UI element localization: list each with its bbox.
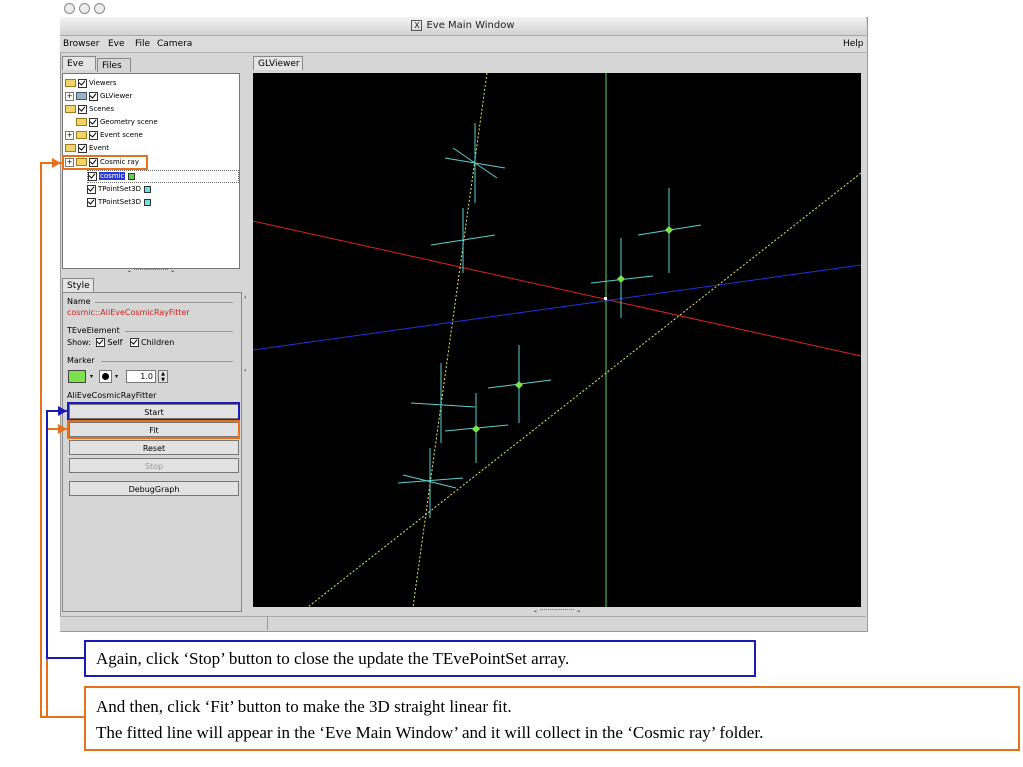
stop-instruction-callout: Again, click ‘Stop’ button to close the …	[84, 640, 756, 677]
start-button-highlight	[67, 402, 240, 421]
teveelement-header: TEveElement	[67, 326, 120, 335]
status-divider	[267, 617, 268, 630]
tree-item-scenes[interactable]: Scenes	[65, 103, 114, 115]
track-line-b	[307, 172, 862, 608]
menu-help[interactable]: Help	[843, 38, 864, 50]
divider	[125, 331, 233, 332]
expand-icon[interactable]: +	[65, 130, 74, 140]
tab-glviewer[interactable]: GLViewer	[253, 56, 303, 70]
checkbox-icon[interactable]	[87, 197, 96, 207]
folder-icon	[65, 79, 76, 87]
folder-icon	[65, 105, 76, 113]
marker-header: Marker	[67, 356, 95, 365]
origin-point	[604, 297, 607, 300]
scene-icon	[76, 131, 87, 139]
color-swatch-icon	[144, 198, 151, 206]
splitter-arrow-icon[interactable]: ›	[244, 294, 246, 301]
show-row: Show: Self Children	[67, 338, 175, 347]
marker-size-spinner[interactable]: ▲ ▼	[158, 370, 168, 383]
track-line-a	[412, 72, 488, 608]
close-window-icon[interactable]	[64, 3, 75, 14]
name-header: Name	[67, 297, 91, 306]
splitter-handle[interactable]: ⌄ ·················· ⌄	[62, 268, 240, 274]
orange-connector-vertical	[40, 162, 42, 717]
status-bar	[60, 616, 866, 631]
eve-browser-tree: Viewers + GLViewer Scenes Geometry scene …	[62, 73, 240, 269]
chevron-down-icon[interactable]: ▾	[115, 373, 118, 380]
checkbox-icon[interactable]	[89, 130, 98, 140]
reset-button[interactable]: Reset	[69, 440, 239, 455]
fitter-header: AliEveCosmicRayFitter	[67, 391, 157, 400]
tree-item-tpointset3d-1[interactable]: TPointSet3D	[87, 183, 151, 195]
fit-instruction-line1: And then, click ‘Fit’ button to make the…	[96, 697, 512, 716]
menu-browser[interactable]: Browser	[63, 38, 99, 50]
menu-eve[interactable]: Eve	[108, 38, 125, 50]
tree-item-cosmic[interactable]: cosmic	[87, 170, 239, 183]
tab-eve[interactable]: Eve	[62, 56, 96, 70]
menu-bar: Browser Eve File Camera Help	[60, 36, 866, 53]
element-name-value: cosmic::AliEveCosmicRayFitter	[67, 308, 190, 317]
scene-icon	[76, 118, 87, 126]
gl-scene	[252, 72, 862, 608]
arrow-right-icon	[52, 158, 61, 168]
folder-icon	[65, 144, 76, 152]
orange-connector-bottom	[40, 716, 84, 718]
window-title: X Eve Main Window	[60, 17, 866, 35]
cosmic-ray-highlight	[62, 155, 148, 170]
zoom-window-icon[interactable]	[94, 3, 105, 14]
viewer-splitter-handle[interactable]: ⌄ ·················· ⌄	[253, 607, 861, 615]
checkbox-icon[interactable]	[89, 91, 98, 101]
color-swatch-icon	[128, 172, 136, 180]
checkbox-icon[interactable]	[88, 171, 97, 181]
debuggraph-button[interactable]: DebugGraph	[69, 481, 239, 496]
checkbox-icon[interactable]	[78, 143, 87, 153]
expand-icon[interactable]: +	[65, 91, 74, 101]
x-axis-line	[252, 220, 862, 357]
minimize-window-icon[interactable]	[79, 3, 90, 14]
marker-color-button[interactable]	[68, 370, 86, 383]
marker-size-input[interactable]: 1.0	[126, 370, 156, 383]
z-axis-line	[252, 264, 862, 351]
fit-button-highlight	[67, 420, 240, 439]
tree-item-geometry-scene[interactable]: Geometry scene	[76, 116, 158, 128]
marker-style-button[interactable]	[99, 370, 112, 383]
tree-item-viewers[interactable]: Viewers	[65, 77, 116, 89]
chevron-down-icon[interactable]: ▾	[90, 373, 93, 380]
viewer-icon	[76, 92, 87, 100]
blue-connector-vertical	[46, 410, 48, 658]
stop-button[interactable]: Stop	[69, 458, 239, 473]
checkbox-icon[interactable]	[78, 78, 87, 88]
arrow-right-icon	[58, 424, 67, 434]
hit-markers-set2	[444, 188, 702, 463]
self-checkbox[interactable]	[96, 338, 106, 347]
blue-connector-bottom	[46, 657, 84, 659]
checkbox-icon[interactable]	[78, 104, 87, 114]
divider	[101, 361, 233, 362]
menu-file[interactable]: File	[135, 38, 150, 50]
fit-instruction-callout: And then, click ‘Fit’ button to make the…	[84, 686, 1020, 751]
tree-item-tpointset3d-2[interactable]: TPointSet3D	[87, 196, 151, 208]
color-swatch-icon	[144, 185, 151, 193]
gl-viewer-canvas[interactable]	[252, 72, 862, 608]
tab-style[interactable]: Style	[62, 278, 94, 292]
hit-markers-set1	[397, 123, 506, 518]
divider	[95, 302, 233, 303]
tree-item-event-scene[interactable]: + Event scene	[65, 129, 143, 141]
tab-files[interactable]: Files	[97, 58, 131, 72]
tree-item-glviewer[interactable]: + GLViewer	[65, 90, 132, 102]
arrow-right-icon	[58, 406, 67, 416]
splitter-arrow-icon[interactable]: ›	[244, 367, 246, 374]
fit-instruction-line2: The fitted line will appear in the ‘Eve …	[96, 723, 764, 742]
checkbox-icon[interactable]	[89, 117, 98, 127]
fitted-points	[472, 226, 673, 433]
children-checkbox[interactable]	[129, 338, 139, 347]
x11-icon: X	[411, 19, 423, 31]
checkbox-icon[interactable]	[87, 184, 96, 194]
tree-item-event[interactable]: Event	[65, 142, 109, 154]
menu-camera[interactable]: Camera	[157, 38, 192, 50]
